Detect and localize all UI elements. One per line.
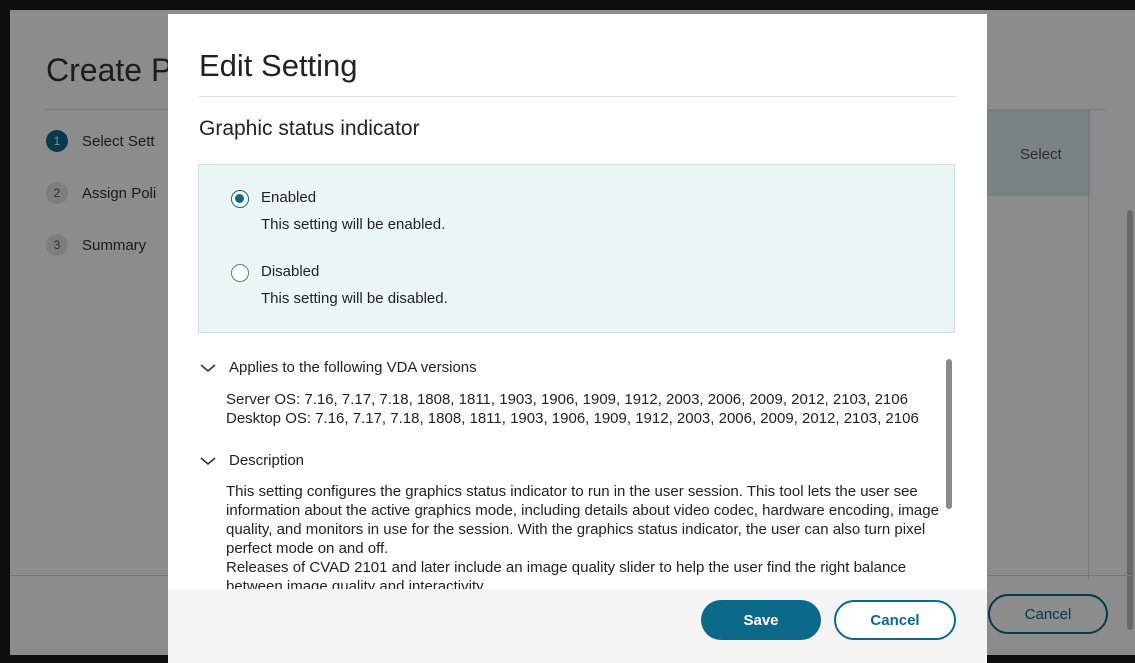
dialog-footer: Save Cancel (168, 589, 987, 663)
description-text: This setting configures the graphics sta… (226, 482, 941, 589)
applies-heading: Applies to the following VDA versions (229, 359, 477, 376)
description-paragraph: This setting configures the graphics sta… (226, 483, 939, 557)
radio-enabled[interactable] (231, 190, 249, 208)
chevron-down-icon (200, 456, 216, 465)
option-label: Enabled (261, 189, 317, 206)
description-paragraph: Releases of CVAD 2101 and later include … (226, 559, 907, 589)
radio-disabled[interactable] (231, 264, 249, 282)
dialog-scrollbar[interactable] (946, 359, 952, 509)
server-versions: Server OS: 7.16, 7.17, 7.18, 1808, 1811,… (226, 391, 908, 408)
cancel-button[interactable]: Cancel (834, 600, 956, 640)
applies-toggle[interactable]: Applies to the following VDA versions (199, 359, 477, 376)
description-toggle[interactable]: Description (199, 452, 304, 469)
dialog-body: Graphic status indicator Enabled This se… (168, 97, 987, 589)
setting-name: Graphic status indicator (199, 117, 420, 140)
option-description: This setting will be disabled. (261, 290, 448, 307)
edit-setting-dialog: Edit Setting Graphic status indicator En… (168, 14, 987, 663)
chevron-down-icon (200, 363, 216, 372)
option-description: This setting will be enabled. (261, 216, 446, 233)
desktop-versions: Desktop OS: 7.16, 7.17, 7.18, 1808, 1811… (226, 410, 919, 427)
dialog-title: Edit Setting (199, 48, 358, 83)
save-button[interactable]: Save (701, 600, 821, 640)
option-label: Disabled (261, 263, 320, 280)
description-heading: Description (229, 452, 305, 469)
options-box: Enabled This setting will be enabled. Di… (198, 164, 955, 333)
